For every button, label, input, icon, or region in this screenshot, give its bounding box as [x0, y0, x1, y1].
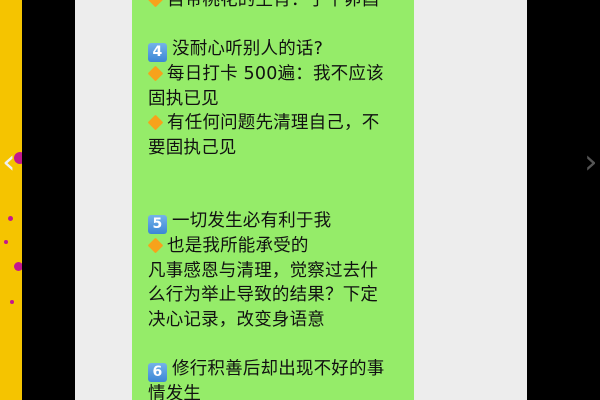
- message-line: 有任何问题先清理自己，不: [147, 111, 404, 136]
- message-bubble[interactable]: 自带桃花的生肖：子午卯酉 4 没耐心听别人的话? 每日打卡 500遍：我不应该固执已见…: [132, 0, 414, 400]
- number-keycap-icon: 4: [148, 43, 167, 62]
- message-text: 自带桃花的生肖：子午卯酉: [167, 0, 380, 10]
- chat-panel: 自带桃花的生肖：子午卯酉 4 没耐心听别人的话? 每日打卡 500遍：我不应该固执已见…: [75, 0, 527, 400]
- message-text: 没耐心听别人的话?: [172, 39, 324, 59]
- message-line: 6 修行积善后却出现不好的事: [148, 357, 404, 382]
- message-text: 决心记录，改变身语意: [148, 309, 325, 330]
- decor-dot: [4, 240, 8, 244]
- orange-diamond-icon: [147, 114, 164, 130]
- message-text: 修行积善后却出现不好的事: [172, 358, 385, 379]
- message-line: 么行为举止导致的结果？下定: [148, 283, 404, 308]
- screen: ‹ 自带桃花的生肖：子午卯酉 4 没耐心听别人的话? 每日打卡 500遍：我不应该固执…: [0, 0, 600, 400]
- left-image-strip: [0, 0, 22, 400]
- message-line: 固执已见: [148, 87, 404, 112]
- orange-diamond-icon: [147, 0, 164, 7]
- decor-dot: [14, 262, 22, 271]
- message-line: 每日打卡 500遍：我不应该: [147, 62, 404, 87]
- message-text: 要固执己见: [148, 137, 237, 158]
- message-line: 决心记录，改变身语意: [148, 308, 404, 333]
- message-text: 固执已见: [148, 88, 219, 109]
- chevron-left-icon[interactable]: ‹: [2, 142, 16, 182]
- message-text: 凡事感恩与清理，觉察过去什: [148, 260, 379, 281]
- message-text: 么行为举止导致的结果？下定: [148, 285, 379, 305]
- message-text: 情发生: [148, 383, 202, 400]
- message-text: 有任何问题先清理自己，不: [167, 113, 380, 133]
- number-keycap-icon: 5: [148, 215, 167, 234]
- number-keycap-icon: 6: [148, 362, 167, 382]
- message-line: 凡事感恩与清理，觉察过去什: [148, 259, 404, 284]
- decor-dot: [8, 216, 13, 221]
- decor-dot: [10, 300, 14, 304]
- orange-diamond-icon: [147, 65, 164, 81]
- message-line: 自带桃花的生肖：子午卯酉: [147, 0, 404, 13]
- message-line: 要固执己见: [148, 136, 404, 161]
- orange-diamond-icon: [147, 237, 164, 253]
- message-text: 也是我所能承受的: [167, 236, 309, 256]
- message-line: 5 一切发生必有利于我: [148, 209, 404, 234]
- message-line: 4 没耐心听别人的话?: [148, 37, 404, 62]
- message-text: 一切发生必有利于我: [172, 211, 332, 231]
- chevron-right-icon[interactable]: ›: [584, 142, 598, 182]
- message-line: 情发生: [148, 382, 404, 400]
- message-text: 每日打卡 500遍：我不应该: [167, 64, 384, 84]
- message-line: 也是我所能承受的: [147, 234, 404, 259]
